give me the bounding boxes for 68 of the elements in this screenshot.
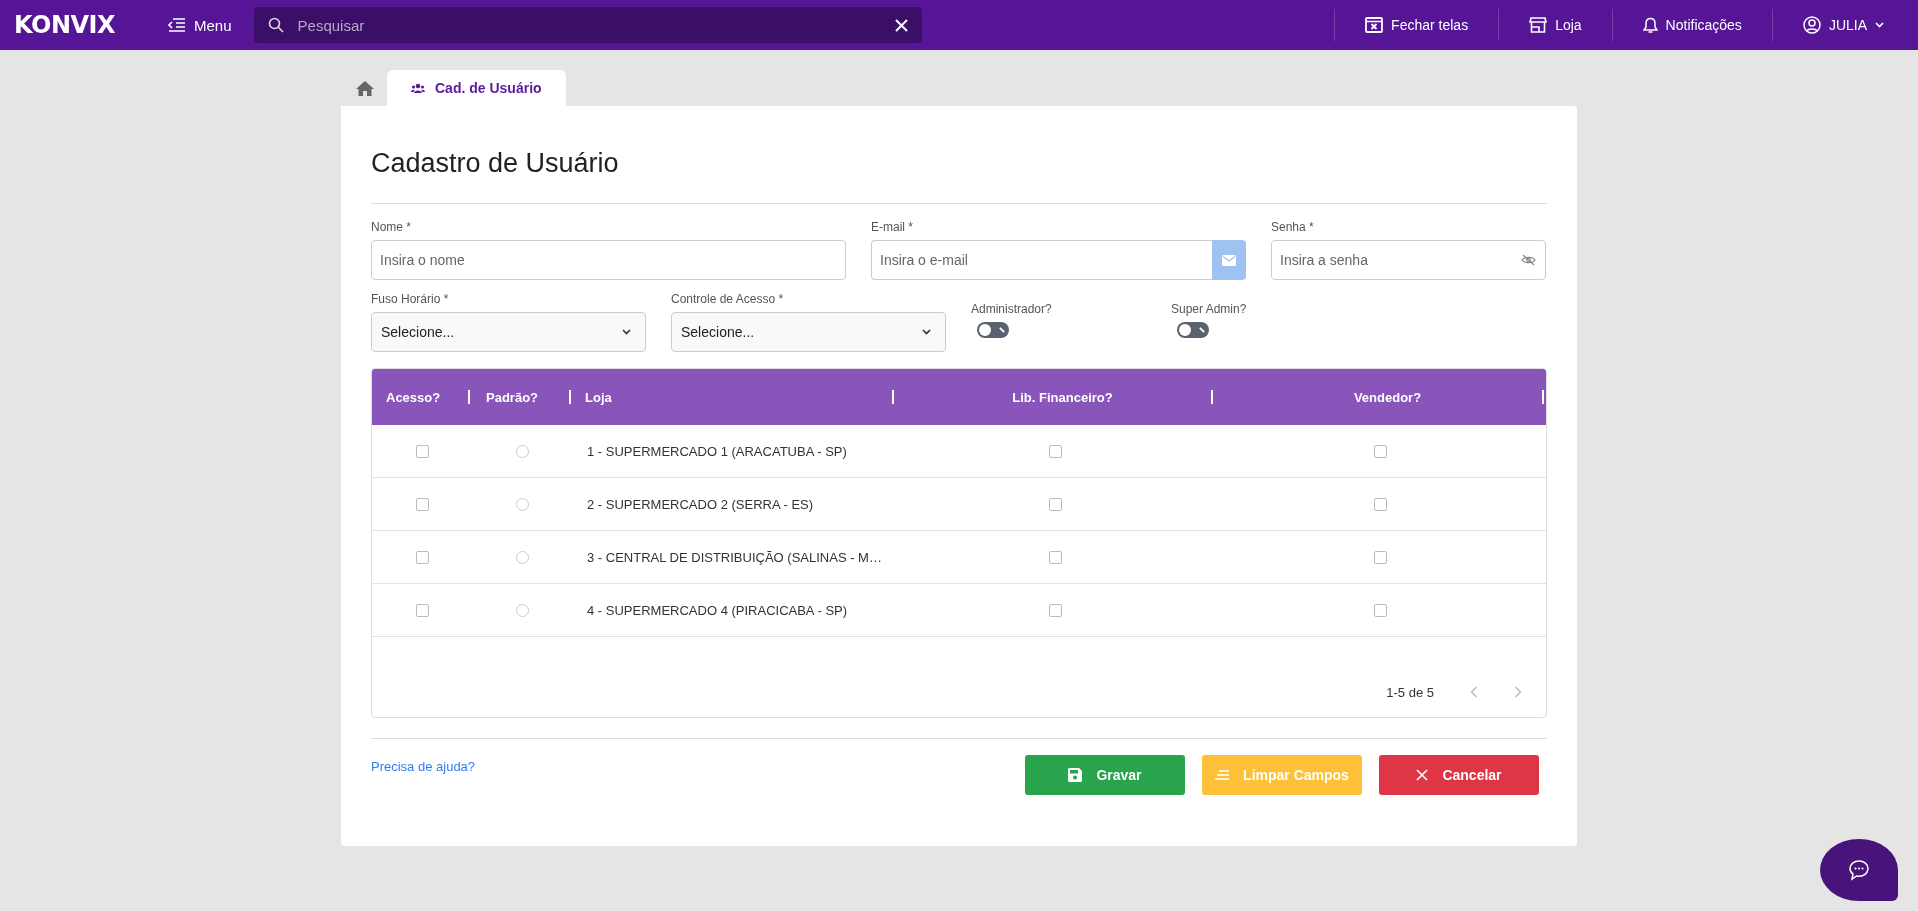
close-icon[interactable] <box>894 18 908 32</box>
field-label: Nome * <box>371 220 412 234</box>
password-field[interactable]: Insira a senha <box>1271 240 1546 280</box>
bell-icon <box>1642 16 1658 34</box>
window-close-icon <box>1365 17 1384 33</box>
column-header[interactable]: Acesso? <box>386 389 441 405</box>
search-bar[interactable]: Pesquisar <box>253 7 922 43</box>
field-label: Fuso Horário * <box>371 292 450 306</box>
table-cell: 2 - SUPERMERCADO 2 (SERRA - ES) <box>587 496 814 512</box>
table-cell: 3 - CENTRAL DE DISTRIBUIÇÃO (SALINAS - M… <box>587 549 882 565</box>
checkbox[interactable] <box>1049 497 1062 511</box>
search-icon <box>267 17 284 33</box>
column-header[interactable]: Padrão? <box>486 389 538 405</box>
menu-button[interactable]: Menu <box>164 12 236 38</box>
topbar-button[interactable]: Loja <box>1498 9 1612 41</box>
checkbox[interactable] <box>1049 550 1062 564</box>
checkbox[interactable] <box>1374 550 1387 564</box>
chevron-down-icon <box>1875 22 1884 28</box>
select-dropdown[interactable]: Selecione... <box>371 312 646 352</box>
column-header[interactable]: Loja <box>585 389 612 405</box>
user-avatar-icon <box>1802 16 1821 34</box>
topbar-button[interactable]: Notificações <box>1611 9 1772 41</box>
email-button[interactable] <box>1212 240 1246 280</box>
select-dropdown[interactable]: Selecione... <box>671 312 946 352</box>
toggle-switch[interactable] <box>977 322 1009 338</box>
checkbox[interactable] <box>1049 444 1062 458</box>
menu-icon <box>168 18 186 32</box>
store-icon <box>1529 17 1548 33</box>
text-field[interactable]: Insira o nome <box>371 240 846 280</box>
table-cell: 1 - SUPERMERCADO 1 (ARACATUBA - SP) <box>587 443 847 459</box>
checkbox[interactable] <box>1374 444 1387 458</box>
screen-tab[interactable]: Cad. de Usuário <box>387 70 566 106</box>
help-link[interactable]: Precisa de ajuda? <box>371 759 476 774</box>
column-header[interactable]: Vendedor? <box>1353 389 1422 405</box>
next-page-icon[interactable] <box>1514 686 1522 698</box>
users-icon <box>411 83 425 93</box>
field-label: E-mail * <box>871 220 914 234</box>
checkbox[interactable] <box>1374 497 1387 511</box>
field-label: Controle de Acesso * <box>671 292 785 306</box>
page-title: Cadastro de Usuário <box>371 148 620 179</box>
search-field[interactable]: Pesquisar <box>295 15 883 35</box>
home-icon <box>355 79 375 97</box>
checkbox[interactable] <box>415 603 429 617</box>
topbar-user-menu[interactable]: JULIA <box>1771 9 1904 41</box>
checkbox[interactable] <box>415 497 429 511</box>
field-label: Senha * <box>1271 220 1315 234</box>
close-icon <box>1416 769 1429 781</box>
toggle-switch[interactable] <box>1177 322 1209 338</box>
cancel-button[interactable]: Cancelar <box>1379 755 1539 795</box>
checkbox[interactable] <box>415 444 429 458</box>
email-field[interactable]: Insira o e-mail <box>871 240 1212 280</box>
toggle-label: Administrador? <box>971 302 1053 316</box>
checkbox[interactable] <box>1374 603 1387 617</box>
pagination-count: 1-5 de 5 <box>1386 684 1434 700</box>
checkbox[interactable] <box>415 550 429 564</box>
topbar-button[interactable]: Fechar telas <box>1334 9 1499 41</box>
eye-slash-icon[interactable] <box>1521 254 1536 266</box>
lines-icon <box>1215 770 1230 780</box>
chevron-down-icon <box>922 329 931 335</box>
column-header[interactable]: Lib. Financeiro? <box>1012 389 1113 405</box>
checkbox[interactable] <box>1049 603 1062 617</box>
toggle-label: Super Admin? <box>1171 302 1248 316</box>
chat-icon <box>1848 859 1870 881</box>
table-cell: 4 - SUPERMERCADO 4 (PIRACICABA - SP) <box>587 602 848 618</box>
envelope-icon <box>1222 254 1236 266</box>
logo[interactable]: KONVIX <box>14 11 164 39</box>
chevron-down-icon <box>622 329 631 335</box>
previous-page-icon[interactable] <box>1470 686 1478 698</box>
